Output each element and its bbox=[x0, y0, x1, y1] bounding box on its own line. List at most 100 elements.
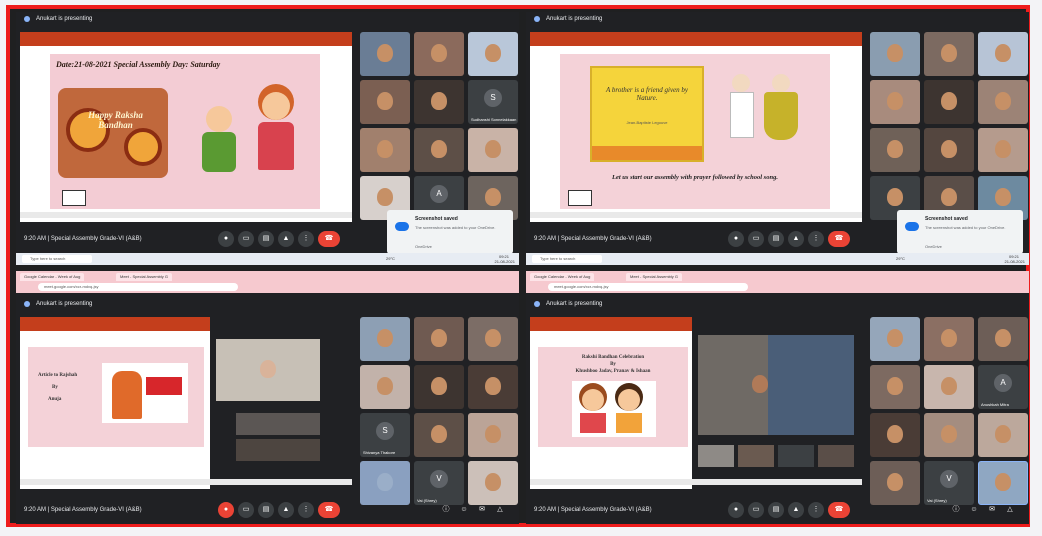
taskbar-search[interactable]: Type here to search bbox=[22, 255, 92, 263]
presenter-avatar bbox=[534, 16, 540, 22]
participant-tile bbox=[414, 365, 464, 409]
meet-tab-window bbox=[210, 317, 352, 489]
meeting-info: 9:20 AM | Special Assembly Grade-VI (A&B… bbox=[24, 236, 142, 242]
ppt-status-bar bbox=[530, 212, 862, 218]
browser-tab[interactable]: Google Calendar - Week of Aug bbox=[20, 273, 85, 281]
ppt-status-bar bbox=[20, 212, 352, 218]
captions-icon[interactable]: ▤ bbox=[258, 231, 274, 247]
toast-title: Screenshot saved bbox=[925, 216, 968, 222]
present-icon[interactable]: ▲ bbox=[278, 231, 294, 247]
browser-tab-active[interactable]: Meet - Special Assembly G bbox=[116, 273, 173, 281]
meet-panel-2: Anukart is presenting A brother is a fri… bbox=[526, 12, 1029, 265]
powerpoint-window: A brother is a friend given by Nature. J… bbox=[530, 32, 862, 222]
participant-tile: S Shivanya Thakore bbox=[360, 413, 410, 457]
slide-line-3: Anuja bbox=[48, 397, 62, 402]
participant-tile bbox=[468, 128, 518, 172]
camera-icon[interactable]: ▭ bbox=[238, 231, 254, 247]
slide: Article to Rajshah By Anuja bbox=[28, 347, 204, 447]
chat-icon[interactable]: ✉ bbox=[474, 502, 490, 518]
present-icon[interactable]: ▲ bbox=[788, 502, 804, 518]
mic-icon[interactable]: ● bbox=[728, 502, 744, 518]
participant-tile bbox=[924, 365, 974, 409]
avatar: A bbox=[994, 373, 1012, 392]
mic-icon[interactable]: ● bbox=[218, 231, 234, 247]
participant-grid: A Anushkah Mitra V Vai (Shrey) bbox=[866, 317, 1028, 507]
meet-bottom-bar: 9:20 AM | Special Assembly Grade-VI (A&B… bbox=[16, 225, 519, 253]
end-call-icon[interactable]: ☎ bbox=[318, 231, 340, 247]
avatar: V bbox=[430, 469, 448, 488]
presenting-banner: Anukart is presenting bbox=[526, 12, 1029, 26]
people-icon[interactable]: ☺ bbox=[966, 502, 982, 518]
participant-tile bbox=[978, 317, 1028, 361]
participant-tile bbox=[414, 413, 464, 457]
taskbar-weather: 29°C bbox=[896, 256, 905, 261]
meet-panel-4: Google Calendar - Week of Aug Meet - Spe… bbox=[526, 271, 1029, 524]
camera-icon[interactable]: ▭ bbox=[748, 231, 764, 247]
end-call-icon[interactable]: ☎ bbox=[828, 502, 850, 518]
taskbar-date: 21-08-2021 bbox=[1004, 259, 1025, 264]
meet-bottom-bar: 9:20 AM | Special Assembly Grade-VI (A&B… bbox=[526, 496, 1029, 524]
participant-tile bbox=[360, 32, 410, 76]
slide-line-2: By bbox=[52, 385, 58, 390]
meet-panel-3: Google Calendar - Week of Aug Meet - Spe… bbox=[16, 271, 519, 524]
address-bar[interactable]: meet.google.com/xcr-mdvq-jsy bbox=[38, 283, 238, 291]
camera-icon[interactable]: ▭ bbox=[238, 502, 254, 518]
participant-tile: A Anushkah Mitra bbox=[978, 365, 1028, 409]
mic-icon[interactable]: ● bbox=[728, 231, 744, 247]
participant-grid: S Sudhanshi Sonnelakkaan A bbox=[356, 32, 518, 222]
presenting-banner: Anukart is presenting bbox=[16, 12, 519, 26]
windows-taskbar: Type here to search 29°C 09:21 21-08-202… bbox=[526, 253, 1029, 265]
activities-icon[interactable]: △ bbox=[492, 502, 508, 518]
present-icon[interactable]: ▲ bbox=[278, 502, 294, 518]
captions-icon[interactable]: ▤ bbox=[768, 502, 784, 518]
browser-chrome: Google Calendar - Week of Aug Meet - Spe… bbox=[16, 271, 519, 293]
presenting-text: Anukart is presenting bbox=[546, 301, 603, 307]
participant-tile bbox=[978, 32, 1028, 76]
end-call-icon[interactable]: ☎ bbox=[828, 231, 850, 247]
participant-grid: S Shivanya Thakore V Vai (Shrey) bbox=[356, 317, 518, 507]
presenter-avatar bbox=[24, 301, 30, 307]
camera-icon[interactable]: ▭ bbox=[748, 502, 764, 518]
participant-tile bbox=[924, 80, 974, 124]
more-options-icon[interactable]: ⋮ bbox=[298, 502, 314, 518]
participant-tile bbox=[468, 32, 518, 76]
meeting-info: 9:20 AM | Special Assembly Grade-VI (A&B… bbox=[534, 507, 652, 513]
avatar: A bbox=[430, 184, 448, 203]
participant-tile bbox=[978, 80, 1028, 124]
participant-tile bbox=[468, 413, 518, 457]
more-options-icon[interactable]: ⋮ bbox=[808, 231, 824, 247]
slide-line-2: By bbox=[610, 362, 616, 367]
presenter-avatar bbox=[24, 16, 30, 22]
address-bar[interactable]: meet.google.com/xcr-mdvq-jsy bbox=[548, 283, 748, 291]
participant-tile bbox=[870, 365, 920, 409]
browser-tab-active[interactable]: Meet - Special Assembly G bbox=[626, 273, 683, 281]
mini-tile bbox=[698, 445, 734, 467]
participant-tile bbox=[414, 32, 464, 76]
taskbar-search[interactable]: Type here to search bbox=[532, 255, 602, 263]
presenting-banner: Anukart is presenting bbox=[16, 297, 519, 311]
mic-off-icon[interactable]: ● bbox=[218, 502, 234, 518]
browser-chrome: Google Calendar - Week of Aug Meet - Spe… bbox=[526, 271, 1029, 293]
meet-panel-1: Anukart is presenting Date:21-08-2021 Sp… bbox=[16, 12, 519, 265]
more-options-icon[interactable]: ⋮ bbox=[298, 231, 314, 247]
ppt-ribbon bbox=[20, 32, 352, 46]
more-options-icon[interactable]: ⋮ bbox=[808, 502, 824, 518]
info-icon[interactable]: ⓘ bbox=[438, 502, 454, 518]
captions-icon[interactable]: ▤ bbox=[258, 502, 274, 518]
avatar: S bbox=[484, 88, 502, 107]
info-icon[interactable]: ⓘ bbox=[948, 502, 964, 518]
activities-icon[interactable]: △ bbox=[1002, 502, 1018, 518]
participant-tile bbox=[468, 317, 518, 361]
captions-icon[interactable]: ▤ bbox=[768, 231, 784, 247]
rakhi-image: Happy Raksha Bandhan bbox=[58, 88, 168, 178]
people-icon[interactable]: ☺ bbox=[456, 502, 472, 518]
participant-tile bbox=[924, 317, 974, 361]
present-icon[interactable]: ▲ bbox=[788, 231, 804, 247]
mini-tile bbox=[236, 439, 320, 461]
end-call-icon[interactable]: ☎ bbox=[318, 502, 340, 518]
ppt-status-bar bbox=[530, 479, 862, 485]
presenting-banner: Anukart is presenting bbox=[526, 297, 1029, 311]
chat-icon[interactable]: ✉ bbox=[984, 502, 1000, 518]
ppt-ribbon bbox=[530, 32, 862, 46]
browser-tab[interactable]: Google Calendar - Week of Aug bbox=[530, 273, 595, 281]
